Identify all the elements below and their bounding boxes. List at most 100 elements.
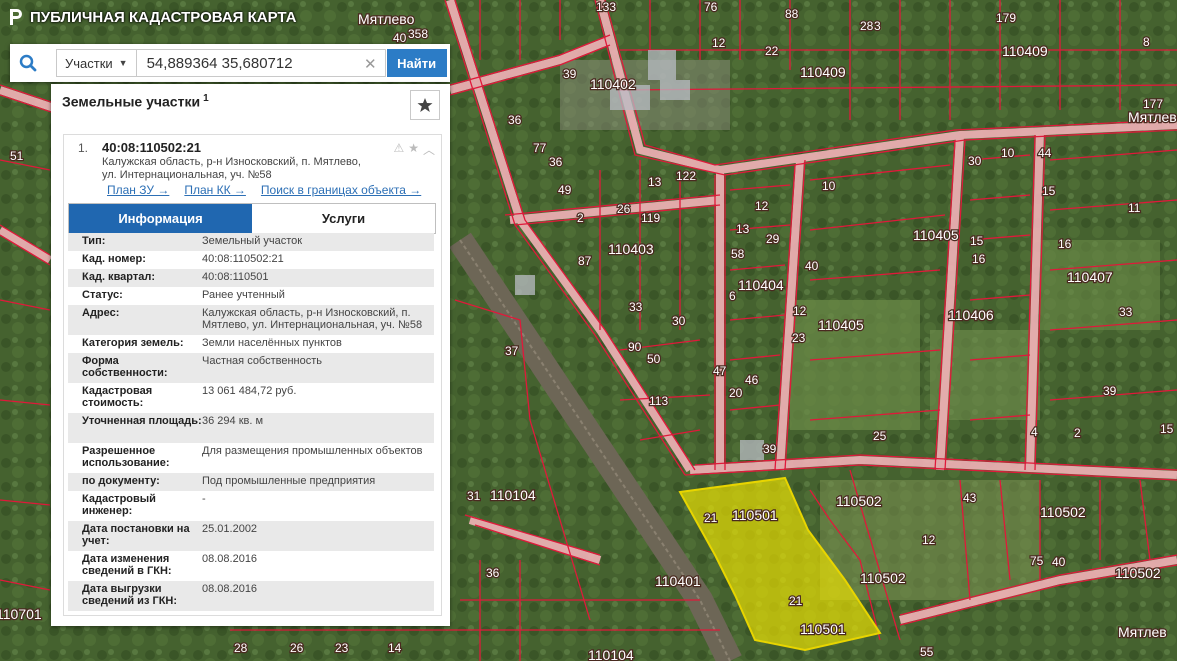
map-label: 26 [290,641,304,655]
map-label: 87 [578,254,592,268]
search-in-bounds-link[interactable]: Поиск в границах объекта → [261,183,421,197]
property-value: Земельный участок [202,235,303,247]
property-label: Дата постановки на учет: [82,523,190,547]
map-label: 39 [563,67,577,81]
result-tabs: Информация Услуги [68,203,436,234]
map-label: 110402 [590,76,636,92]
map-label: 90 [628,340,642,354]
map-label: 110501 [732,507,778,523]
map-label: 21 [704,511,718,525]
result-card: 1. 40:08:110502:21 Калужская область, р-… [63,134,442,616]
warning-icon[interactable]: ⚠ [393,141,404,158]
map-label: 33 [629,300,643,314]
results-panel: Земельные участки 1 1. 40:08:110502:21 Ка… [51,84,450,626]
map-label: 16 [1058,237,1072,251]
map-label: 8 [1143,35,1150,49]
property-row: Разрешенное использование: Для размещения… [68,443,434,473]
map-label: 122 [676,169,696,183]
search-icon[interactable] [10,44,46,82]
map-label: 133 [596,0,616,14]
map-label: 88 [785,7,799,21]
property-value: 13 061 484,72 руб. [202,385,297,397]
map-label: 30 [968,154,982,168]
property-label: Дата выгрузки сведений из ГКН: [82,583,178,607]
panel-title: Земельные участки 1 [62,93,209,110]
property-value: Для размещения промышленных объектов [202,445,423,457]
property-value: 40:08:110502:21 [202,253,284,265]
property-value: Земли населённых пунктов [202,337,342,349]
map-label: 12 [755,199,769,213]
plan-zu-link[interactable]: План ЗУ → [107,183,169,197]
property-label: Адрес: [82,307,120,319]
property-row: Дата постановки на учет: 25.01.2002 [68,521,434,551]
map-label: 40 [1052,555,1066,569]
map-label: 12 [712,36,726,50]
result-actions: ⚠ ★ ︿ [393,141,435,158]
search-input[interactable]: 54,889364 35,680712 ✕ [136,49,386,77]
property-label: Кад. квартал: [82,271,156,283]
map-label: 179 [996,11,1016,25]
property-row: Кад. квартал: 40:08:110501 [68,269,434,287]
property-label: Кад. номер: [82,253,146,265]
map-label: 110404 [738,277,784,293]
property-value: - [202,493,206,505]
search-input-value: 54,889364 35,680712 [146,54,293,72]
map-label: 28 [234,641,248,655]
property-row: Адрес: Калужская область, р-н Износковски… [68,305,434,335]
property-row: Тип: Земельный участок [68,233,434,251]
map-label: 12 [793,304,807,318]
rosreestr-logo-icon [10,9,22,25]
map-label: 55 [920,645,934,659]
map-label: 46 [745,373,759,387]
tab-information[interactable]: Информация [69,204,252,233]
map-label: 36 [549,155,563,169]
map-label: 13 [648,175,662,189]
property-label: Дата изменения сведений в ГКН: [82,553,172,577]
map-label: 110409 [1002,43,1048,59]
map-label: 10 [1001,146,1015,160]
map-label: 16 [972,252,986,266]
property-row: Кад. номер: 40:08:110502:21 [68,251,434,269]
map-label: 36 [486,566,500,580]
map-label: 43 [963,491,977,505]
star-icon [417,98,433,112]
chevron-up-icon[interactable]: ︿ [423,141,435,158]
result-number: 1. [78,141,89,155]
map-label: 110406 [948,307,994,323]
clear-icon[interactable]: ✕ [364,55,377,73]
map-label: 11 [1128,201,1141,215]
app-title: ПУБЛИЧНАЯ КАДАСТРОВАЯ КАРТА [30,8,297,26]
property-row: Статус: Ранее учтенный [68,287,434,305]
map-label: 58 [731,247,745,261]
address-line: ул. Интернациональная, уч. №58 [102,168,272,181]
site-brand[interactable]: ПУБЛИЧНАЯ КАДАСТРОВАЯ КАРТА [8,8,296,26]
star-icon[interactable]: ★ [408,141,419,158]
property-value: Калужская область, р-н Износковский, п. … [202,307,423,331]
property-label: Тип: [82,235,106,247]
favorite-button[interactable] [410,90,440,120]
property-row: Дата выгрузки сведений из ГКН: 08.08.2016 [68,581,434,611]
tab-services[interactable]: Услуги [252,204,435,233]
map-label: 110104 [588,647,634,661]
find-button[interactable]: Найти [386,49,447,77]
plan-kk-link[interactable]: План КК → [184,183,246,197]
cadastral-number[interactable]: 40:08:110502:21 [102,140,201,155]
property-label: Категория земель: [82,337,184,349]
map-label: 37 [505,344,519,358]
search-bar: Участки ▼ 54,889364 35,680712 ✕ Найти [10,44,450,82]
map-label: 33 [1119,305,1133,319]
search-type-select[interactable]: Участки ▼ [56,49,137,77]
map-label: 110701 [0,606,42,622]
map-label: 113 [649,394,668,408]
map-label: 44 [1038,146,1052,160]
map-label: 2 [577,211,584,225]
map-label: 10 [822,179,836,193]
map-label: 110407 [1067,269,1113,285]
map-label: Мятлев [1118,624,1167,640]
map-label: 36 [508,113,522,127]
map-label: 21 [789,594,803,608]
map-label: 110401 [655,573,701,589]
map-label: 50 [647,352,661,366]
map-label: 26 [617,202,631,216]
map-label: 2 [1074,426,1081,440]
